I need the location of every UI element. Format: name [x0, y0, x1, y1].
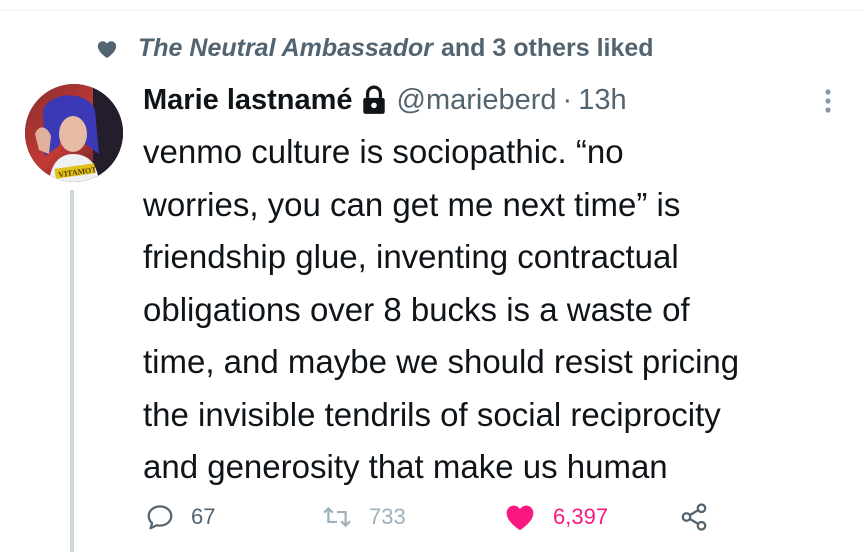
heart-icon: [97, 41, 117, 58]
retweet-icon: [323, 506, 351, 528]
thread-line: [70, 190, 74, 552]
display-name[interactable]: Marie lastnamé: [143, 84, 353, 117]
social-context: The Neutral Ambassador and 3 others like…: [96, 30, 654, 66]
reply-icon: [147, 505, 173, 530]
timestamp[interactable]: 13h: [578, 84, 626, 117]
reply-button[interactable]: 67: [145, 497, 215, 537]
like-count: 6,397: [553, 504, 609, 529]
top-divider: [0, 10, 864, 11]
liked-suffix: and 3 others liked: [440, 33, 654, 62]
like-button[interactable]: 6,397: [503, 497, 608, 537]
separator-dot: ·: [562, 83, 573, 116]
tweet-actions: 67 733 6,397: [143, 497, 843, 537]
share-button[interactable]: [679, 497, 725, 537]
retweet-button[interactable]: 733: [321, 497, 406, 537]
avatar-photo: VITAMOT: [25, 84, 123, 182]
handle[interactable]: @marieberd: [397, 84, 557, 117]
liker-name[interactable]: The Neutral Ambassador: [138, 34, 433, 63]
retweet-count: 733: [369, 504, 406, 529]
like-heart-icon: [506, 505, 534, 530]
share-icon: [681, 503, 707, 531]
reply-count: 67: [191, 504, 216, 529]
lock-icon: [362, 85, 385, 114]
more-icon[interactable]: [818, 86, 838, 116]
tweet-text: venmo culture is sociopathic. “no worrie…: [143, 133, 740, 485]
avatar[interactable]: VITAMOT: [25, 84, 123, 182]
tweet-header: Marie lastnamé @marieberd · 13h: [143, 78, 627, 122]
